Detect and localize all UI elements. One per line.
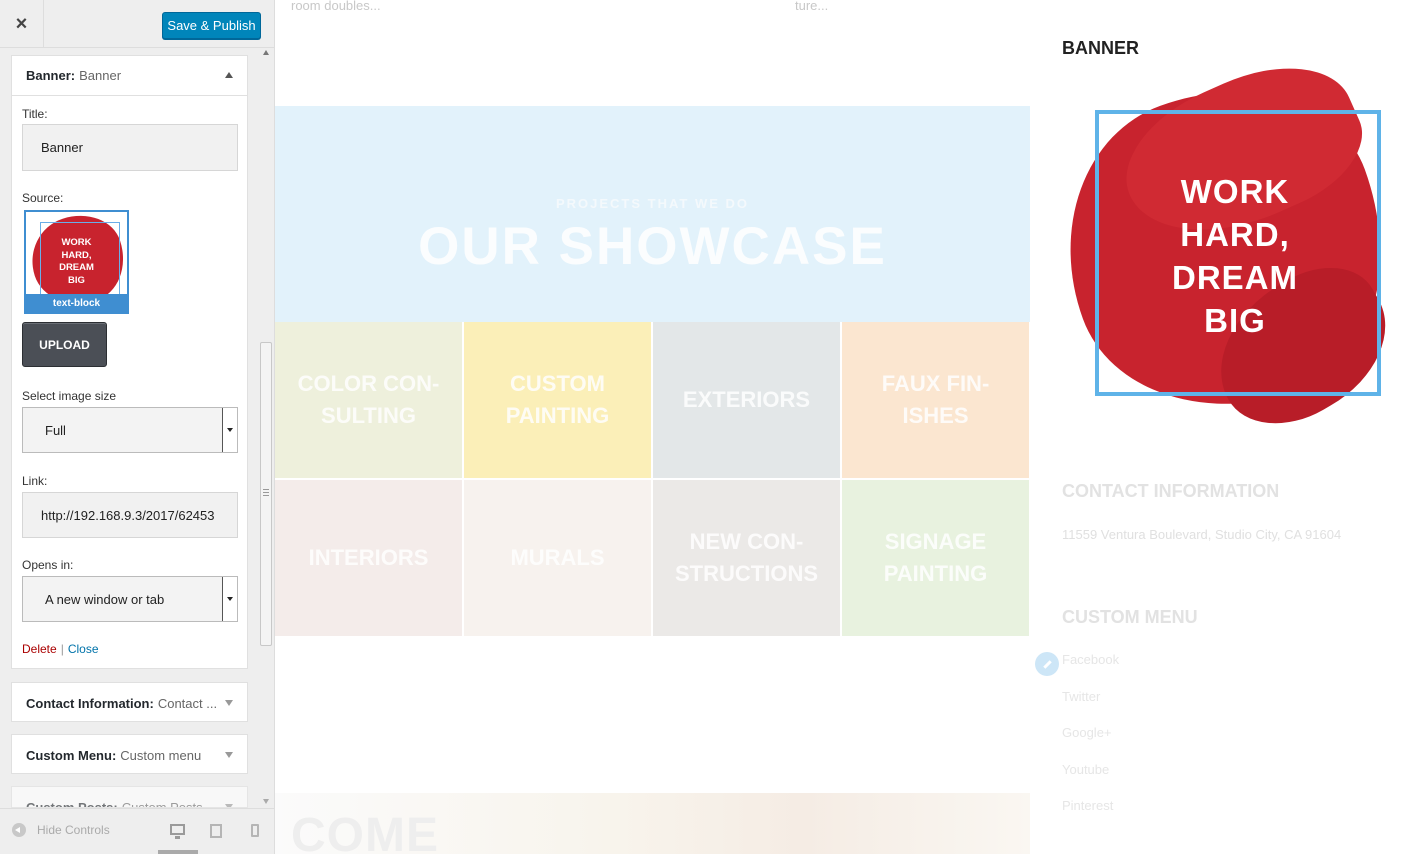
- dropdown-arrow-icon[interactable]: [222, 408, 237, 452]
- thumbnail-filename: text-block: [26, 294, 127, 312]
- opens-in-select[interactable]: A new window or tab: [22, 576, 238, 622]
- dropdown-arrow-icon[interactable]: [222, 577, 237, 621]
- banner-text: WORK HARD, DREAM BIG: [1172, 173, 1298, 339]
- link-input[interactable]: http://192.168.9.3/2017/62453: [22, 492, 238, 538]
- service-tile[interactable]: INTERIORS: [275, 480, 463, 637]
- grip-icon: [263, 489, 269, 496]
- expand-arrow-icon[interactable]: [225, 752, 233, 758]
- service-tile[interactable]: SIGNAGE PAINTING: [842, 480, 1030, 637]
- tile-label: SIGNAGE PAINTING: [883, 529, 988, 586]
- custom-menu-widget[interactable]: Custom Menu: Custom menu: [11, 734, 248, 774]
- tile-label: INTERIORS: [308, 545, 429, 570]
- service-tile[interactable]: EXTERIORS: [653, 322, 841, 479]
- banner-image[interactable]: WORK HARD, DREAM BIG: [1023, 39, 1419, 453]
- expand-arrow-icon[interactable]: [225, 700, 233, 706]
- showcase-section: PROJECTS THAT WE DO OUR SHOWCASE: [275, 106, 1030, 322]
- image-size-value: Full: [45, 422, 66, 438]
- mobile-preview-icon[interactable]: [251, 824, 259, 837]
- link-label: Link:: [22, 474, 48, 488]
- tablet-preview-icon[interactable]: [210, 824, 222, 838]
- showcase-title: OUR SHOWCASE: [418, 217, 887, 276]
- menu-link-pinterest[interactable]: Pinterest: [1062, 798, 1113, 813]
- banner-widget-header[interactable]: Banner: Banner: [12, 56, 247, 96]
- menu-link-google[interactable]: Google+: [1062, 725, 1112, 740]
- active-device-indicator: [158, 850, 198, 854]
- contact-information-widget[interactable]: Contact Information: Contact ...: [11, 682, 248, 722]
- contact-address: 11559 Ventura Boulevard, Studio City, CA…: [1062, 527, 1342, 542]
- hide-controls-label: Hide Controls: [37, 823, 110, 837]
- widget-type-label: Custom Menu:: [26, 747, 117, 763]
- source-label: Source:: [22, 191, 64, 205]
- menu-link-facebook[interactable]: Facebook: [1062, 652, 1119, 667]
- service-tile[interactable]: NEW CON- STRUCTIONS: [653, 480, 841, 637]
- sidebar-scrollbar[interactable]: [259, 48, 274, 806]
- action-separator: |: [60, 642, 64, 656]
- post-excerpt: room doubles...: [291, 0, 381, 13]
- service-tile[interactable]: COLOR CON- SULTING: [275, 322, 463, 479]
- widget-type-label: Contact Information:: [26, 695, 154, 711]
- menu-link-youtube[interactable]: Youtube: [1062, 762, 1109, 777]
- widget-actions: Delete | Close: [22, 642, 99, 656]
- site-preview: room doubles... ture... PROJECTS THAT WE…: [275, 0, 1419, 854]
- tile-label: MURALS: [510, 545, 605, 570]
- close-link[interactable]: Close: [68, 642, 99, 656]
- scroll-up-arrow-icon[interactable]: [263, 50, 269, 55]
- widget-type-label: Banner:: [26, 68, 76, 83]
- banner-widget-panel: Banner: Banner Title: Banner Source: WOR…: [11, 55, 248, 669]
- upload-button[interactable]: UPLOAD: [22, 322, 107, 367]
- scrollbar-thumb[interactable]: [260, 342, 272, 646]
- widget-type-label: Custom Posts:: [26, 799, 118, 808]
- showcase-subtitle: PROJECTS THAT WE DO: [555, 196, 750, 211]
- tile-label: NEW CON- STRUCTIONS: [675, 529, 818, 586]
- collapse-icon: [12, 823, 26, 837]
- tile-label: EXTERIORS: [682, 387, 811, 412]
- desktop-preview-icon[interactable]: [170, 824, 185, 839]
- customizer-footer: Hide Controls: [0, 808, 274, 854]
- scroll-down-arrow-icon[interactable]: [263, 799, 269, 804]
- service-tile[interactable]: CUSTOM PAINTING: [464, 322, 652, 479]
- widget-title-label: Contact ...: [157, 695, 218, 711]
- title-input[interactable]: Banner: [22, 124, 238, 171]
- opens-in-label: Opens in:: [22, 558, 74, 572]
- title-label: Title:: [22, 107, 48, 121]
- customizer-sidebar: × Save & Publish Banner: Banner Title: B…: [0, 0, 275, 854]
- post-excerpt: ture...: [795, 0, 829, 13]
- widget-title-label: Custom Posts: [121, 799, 203, 808]
- edit-pencil-icon[interactable]: [1035, 652, 1059, 676]
- tile-label: CUSTOM PAINTING: [505, 371, 610, 428]
- image-size-select[interactable]: Full: [22, 407, 238, 453]
- opens-in-value: A new window or tab: [45, 591, 165, 607]
- service-tile[interactable]: FAUX FIN- ISHES: [842, 322, 1030, 479]
- widget-title-label: Banner: [79, 68, 122, 83]
- banner-widget-title: BANNER: [1062, 38, 1140, 58]
- customizer-header: × Save & Publish: [0, 0, 274, 48]
- tile-label: COLOR CON- SULTING: [297, 371, 440, 428]
- custom-posts-widget[interactable]: Custom Posts: Custom Posts: [11, 786, 248, 808]
- come-heading: COME: [291, 809, 439, 854]
- service-tile[interactable]: MURALS: [464, 480, 652, 637]
- image-size-label: Select image size: [22, 389, 117, 403]
- hide-controls-button[interactable]: Hide Controls: [12, 823, 110, 837]
- contact-information-heading: CONTACT INFORMATION: [1062, 481, 1280, 501]
- delete-link[interactable]: Delete: [22, 642, 57, 656]
- thumbnail-text: WORK HARD, DREAM BIG: [59, 237, 94, 286]
- close-customizer-button[interactable]: ×: [0, 0, 44, 48]
- tile-label: FAUX FIN- ISHES: [881, 371, 990, 428]
- custom-menu-heading: CUSTOM MENU: [1062, 607, 1198, 627]
- widget-title-label: Custom menu: [120, 747, 202, 763]
- menu-link-twitter[interactable]: Twitter: [1062, 689, 1100, 704]
- source-image-thumbnail[interactable]: WORK HARD, DREAM BIG text-block: [24, 210, 129, 314]
- save-publish-button[interactable]: Save & Publish: [162, 12, 261, 39]
- collapse-arrow-icon[interactable]: [225, 72, 233, 78]
